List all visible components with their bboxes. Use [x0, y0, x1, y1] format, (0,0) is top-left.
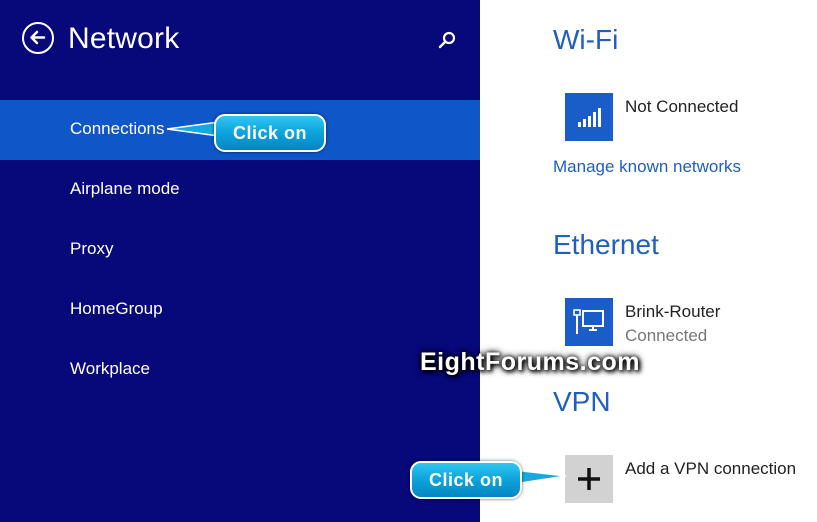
ethernet-tile[interactable] [565, 298, 613, 346]
add-vpn-connection-label[interactable]: Add a VPN connection [625, 459, 796, 479]
ethernet-status: Connected [625, 326, 708, 345]
plus-icon [578, 468, 600, 490]
page-title: Network [68, 22, 180, 55]
manage-known-networks-link[interactable]: Manage known networks [553, 157, 741, 177]
wifi-section-title: Wi-Fi [553, 24, 619, 55]
nav-item-airplane-mode[interactable]: Airplane mode [0, 160, 480, 220]
ethernet-icon [573, 309, 604, 334]
ethernet-network-name: Brink-Router [625, 302, 721, 321]
nav-item-label: Workplace [70, 359, 150, 378]
callout-click-on-connections: Click on [214, 114, 326, 152]
nav-item-homegroup[interactable]: HomeGroup [0, 280, 480, 340]
header: Network [0, 0, 480, 80]
back-button[interactable] [22, 22, 54, 54]
nav-item-label: HomeGroup [70, 299, 163, 318]
callout-pointer [166, 121, 220, 137]
watermark: EightForums.com [420, 348, 641, 376]
back-arrow-icon [30, 30, 46, 45]
nav-item-label: Airplane mode [70, 179, 180, 198]
search-icon[interactable] [436, 30, 458, 52]
vpn-section-title: VPN [553, 386, 611, 417]
nav-item-workplace[interactable]: Workplace [0, 340, 480, 400]
callout-click-on-vpn: Click on [410, 461, 522, 499]
nav-item-label: Proxy [70, 239, 114, 258]
settings-right-panel: Wi-Fi Not Connected Manage known network… [480, 0, 817, 522]
wifi-status: Not Connected [625, 97, 739, 116]
ethernet-section-title: Ethernet [553, 229, 659, 260]
wifi-tile[interactable] [565, 93, 613, 141]
nav-item-label: Connections [70, 119, 165, 138]
wifi-signal-icon [578, 108, 601, 127]
nav-item-proxy[interactable]: Proxy [0, 220, 480, 280]
settings-left-panel: Network Connections Airplane mode Proxy … [0, 0, 480, 522]
add-vpn-button[interactable] [565, 455, 613, 503]
